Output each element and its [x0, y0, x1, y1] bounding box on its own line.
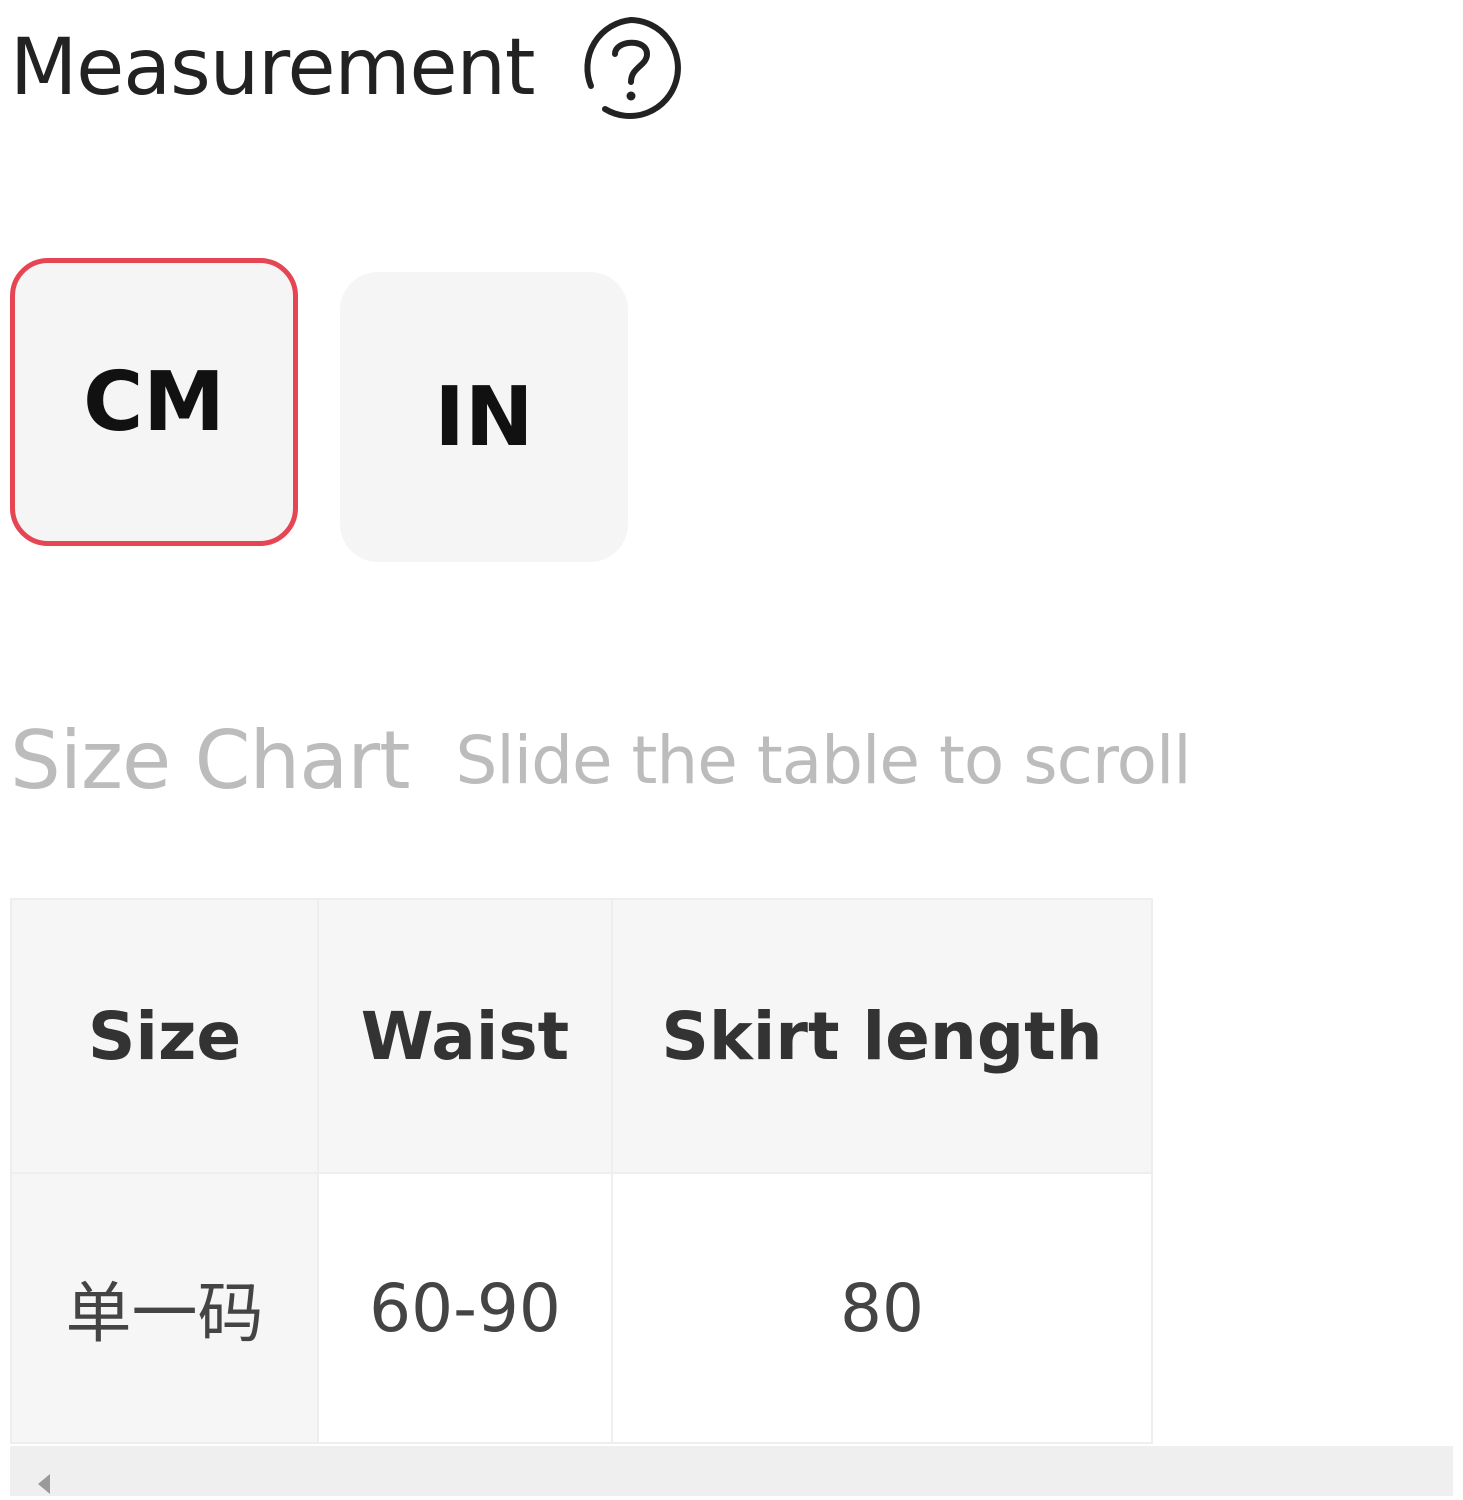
- measurement-header: Measurement: [10, 10, 687, 125]
- header-waist: Waist: [317, 898, 613, 1174]
- table-header-row: Size Waist Skirt length: [10, 898, 1153, 1174]
- header-size: Size: [10, 898, 319, 1174]
- unit-cm-button[interactable]: CM: [10, 258, 298, 546]
- question-circle-icon[interactable]: [575, 12, 687, 124]
- unit-in-button[interactable]: IN: [340, 272, 628, 562]
- header-skirt-length: Skirt length: [611, 898, 1153, 1174]
- size-chart-title: Size Chart: [10, 713, 410, 807]
- cell-waist: 60-90: [317, 1172, 613, 1444]
- size-chart-header: Size Chart Slide the table to scroll: [10, 705, 1192, 815]
- cell-skirt-length: 80: [611, 1172, 1153, 1444]
- table-row: 单一码 60-90 80: [10, 1172, 1153, 1444]
- scroll-left-arrow-icon[interactable]: [38, 1474, 50, 1494]
- scroll-hint: Slide the table to scroll: [455, 721, 1192, 799]
- table-scrollbar[interactable]: [10, 1446, 1453, 1496]
- measurement-title: Measurement: [10, 22, 535, 113]
- unit-toggle: CM IN: [10, 258, 628, 562]
- cell-size: 单一码: [10, 1172, 319, 1444]
- size-table[interactable]: Size Waist Skirt length 单一码 60-90 80: [10, 898, 1153, 1444]
